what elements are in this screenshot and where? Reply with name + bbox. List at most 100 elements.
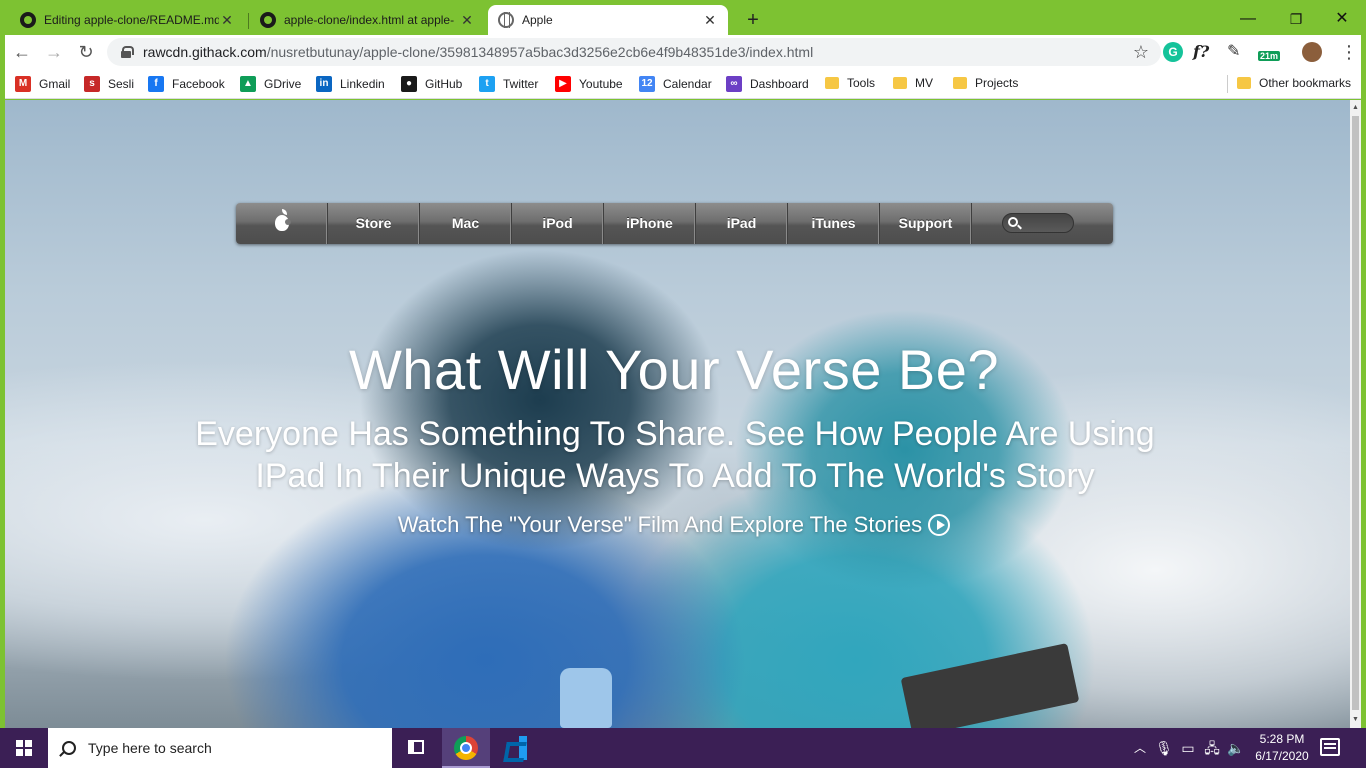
other-bookmarks-label: Other bookmarks	[1259, 76, 1352, 90]
vscode-icon	[505, 736, 527, 760]
taskbar-clock[interactable]: 5:28 PM 6/17/2020	[1250, 731, 1314, 765]
scrollbar-thumb[interactable]	[1352, 116, 1359, 710]
timer-extension-icon[interactable]: 21m	[1258, 42, 1284, 62]
bookmark-gdrive[interactable]: ▲ GDrive	[240, 76, 301, 92]
tab-index-html[interactable]: apple-clone/index.html at apple- ✕	[250, 5, 485, 35]
bookmark-label: GitHub	[425, 77, 463, 91]
bookmark-gmail[interactable]: M Gmail	[15, 76, 70, 92]
formula-extension-icon[interactable]: f?	[1193, 42, 1213, 62]
bookmark-linkedin[interactable]: in Linkedin	[316, 76, 385, 92]
lock-icon	[121, 46, 134, 58]
bookmark-label: GDrive	[264, 77, 302, 91]
timer-badge: 21m	[1258, 51, 1281, 61]
network-icon[interactable]: 🖧	[1202, 728, 1222, 768]
github-icon	[260, 12, 276, 28]
bookmark-tools[interactable]: Tools	[825, 76, 875, 90]
profile-avatar[interactable]	[1302, 42, 1322, 62]
bookmark-label: Linkedin	[340, 77, 385, 91]
nav-ipod[interactable]: iPod	[512, 203, 604, 244]
bookmark-calendar[interactable]: 12 Calendar	[639, 76, 712, 92]
github-icon: ●	[401, 76, 417, 92]
taskbar-vscode[interactable]	[492, 728, 540, 768]
tab-readme[interactable]: Editing apple-clone/README.md ✕	[10, 5, 245, 35]
other-bookmarks[interactable]: Other bookmarks	[1237, 76, 1351, 90]
bookmark-label: Projects	[975, 76, 1019, 90]
bookmark-label: Sesli	[108, 77, 135, 91]
window-close-button[interactable]: ✕	[1319, 5, 1365, 35]
scroll-up-arrow-icon[interactable]: ▲	[1350, 102, 1361, 114]
bookmark-star-icon[interactable]: ☆	[1133, 42, 1149, 63]
new-tab-button[interactable]: +	[742, 9, 764, 31]
bookmark-mv[interactable]: MV	[893, 76, 933, 90]
taskbar-search-placeholder: Type here to search	[88, 740, 212, 756]
clock-time: 5:28 PM	[1259, 732, 1305, 746]
search-icon	[1008, 217, 1018, 227]
chrome-icon	[454, 736, 478, 760]
task-view-button[interactable]	[392, 728, 440, 768]
linkedin-icon: in	[316, 76, 332, 92]
search-icon	[62, 741, 76, 755]
bookmark-youtube[interactable]: ▶ Youtube	[555, 76, 623, 92]
water-bottle-image	[560, 668, 612, 728]
notification-center-icon[interactable]	[1320, 738, 1340, 756]
taskbar-chrome[interactable]	[442, 728, 490, 768]
nav-mac[interactable]: Mac	[420, 203, 512, 244]
tab-strip: Editing apple-clone/README.md ✕ apple-cl…	[5, 5, 1361, 35]
start-button[interactable]	[0, 728, 48, 768]
bookmark-projects[interactable]: Projects	[953, 76, 1018, 90]
grammarly-extension-icon[interactable]: G	[1163, 42, 1183, 62]
tab-title: Editing apple-clone/README.md	[44, 13, 219, 27]
hero-cta-link[interactable]: Watch The "Your Verse" Film And Explore …	[5, 512, 1343, 538]
bookmark-label: Youtube	[579, 77, 623, 91]
nav-store[interactable]: Store	[328, 203, 420, 244]
bookmark-sesli[interactable]: s Sesli	[84, 76, 134, 92]
forward-button[interactable]: →	[42, 40, 66, 64]
nav-support[interactable]: Support	[880, 203, 972, 244]
pen-extension-icon[interactable]: ✎	[1227, 42, 1247, 62]
close-icon[interactable]: ✕	[219, 12, 235, 28]
sesli-icon: s	[84, 76, 100, 92]
tray-chevron-up-icon[interactable]: ︿	[1130, 728, 1150, 768]
youtube-icon: ▶	[555, 76, 571, 92]
bookmark-label: Facebook	[172, 77, 225, 91]
taskbar-search-box[interactable]: Type here to search	[48, 728, 392, 768]
bookmark-twitter[interactable]: t Twitter	[479, 76, 538, 92]
tab-title: Apple	[522, 13, 553, 27]
github-icon	[20, 12, 36, 28]
windows-taskbar: Type here to search ︿ 🎙 ▭ 🖧 🔈 5:28 PM 6/…	[0, 728, 1366, 768]
minimize-button[interactable]: —	[1225, 5, 1271, 35]
play-icon	[928, 514, 951, 536]
scroll-down-arrow-icon[interactable]: ▼	[1350, 714, 1361, 726]
bookmark-label: Tools	[847, 76, 876, 90]
windows-logo-icon	[16, 740, 32, 756]
browser-toolbar: ← → ↻ rawcdn.githack.com/nusretbutunay/a…	[5, 35, 1361, 69]
volume-icon[interactable]: 🔈	[1226, 728, 1246, 768]
microphone-icon[interactable]: 🎙	[1154, 728, 1174, 768]
close-icon[interactable]: ✕	[702, 12, 718, 28]
tab-title: apple-clone/index.html at apple-	[284, 13, 455, 27]
page-scrollbar[interactable]: ▲ ▼	[1350, 100, 1361, 728]
bookmark-facebook[interactable]: f Facebook	[148, 76, 225, 92]
calendar-icon: 12	[639, 76, 655, 92]
kebab-menu-icon[interactable]: ⋮	[1339, 42, 1359, 62]
bookmarks-divider	[1227, 75, 1228, 93]
globe-icon	[498, 12, 514, 28]
back-button[interactable]: ←	[10, 40, 34, 64]
reload-button[interactable]: ↻	[74, 40, 98, 64]
tab-apple[interactable]: Apple ✕	[488, 5, 728, 35]
nav-ipad[interactable]: iPad	[696, 203, 788, 244]
url-host: rawcdn.githack.com	[143, 44, 267, 60]
apple-logo-icon	[274, 209, 291, 231]
bookmark-label: Twitter	[503, 77, 539, 91]
address-bar[interactable]: rawcdn.githack.com/nusretbutunay/apple-c…	[107, 38, 1161, 66]
close-icon[interactable]: ✕	[459, 12, 475, 28]
bookmark-github[interactable]: ● GitHub	[401, 76, 462, 92]
folder-icon	[953, 77, 967, 89]
nav-iphone[interactable]: iPhone	[604, 203, 696, 244]
site-nav-bar: Store Mac iPod iPhone iPad iTunes Suppor…	[236, 203, 1113, 244]
nav-itunes[interactable]: iTunes	[788, 203, 880, 244]
restore-button[interactable]: ❐	[1273, 5, 1319, 35]
battery-icon[interactable]: ▭	[1178, 728, 1198, 768]
nav-apple-logo[interactable]	[236, 203, 328, 244]
bookmark-dashboard[interactable]: ∞ Dashboard	[726, 76, 809, 92]
